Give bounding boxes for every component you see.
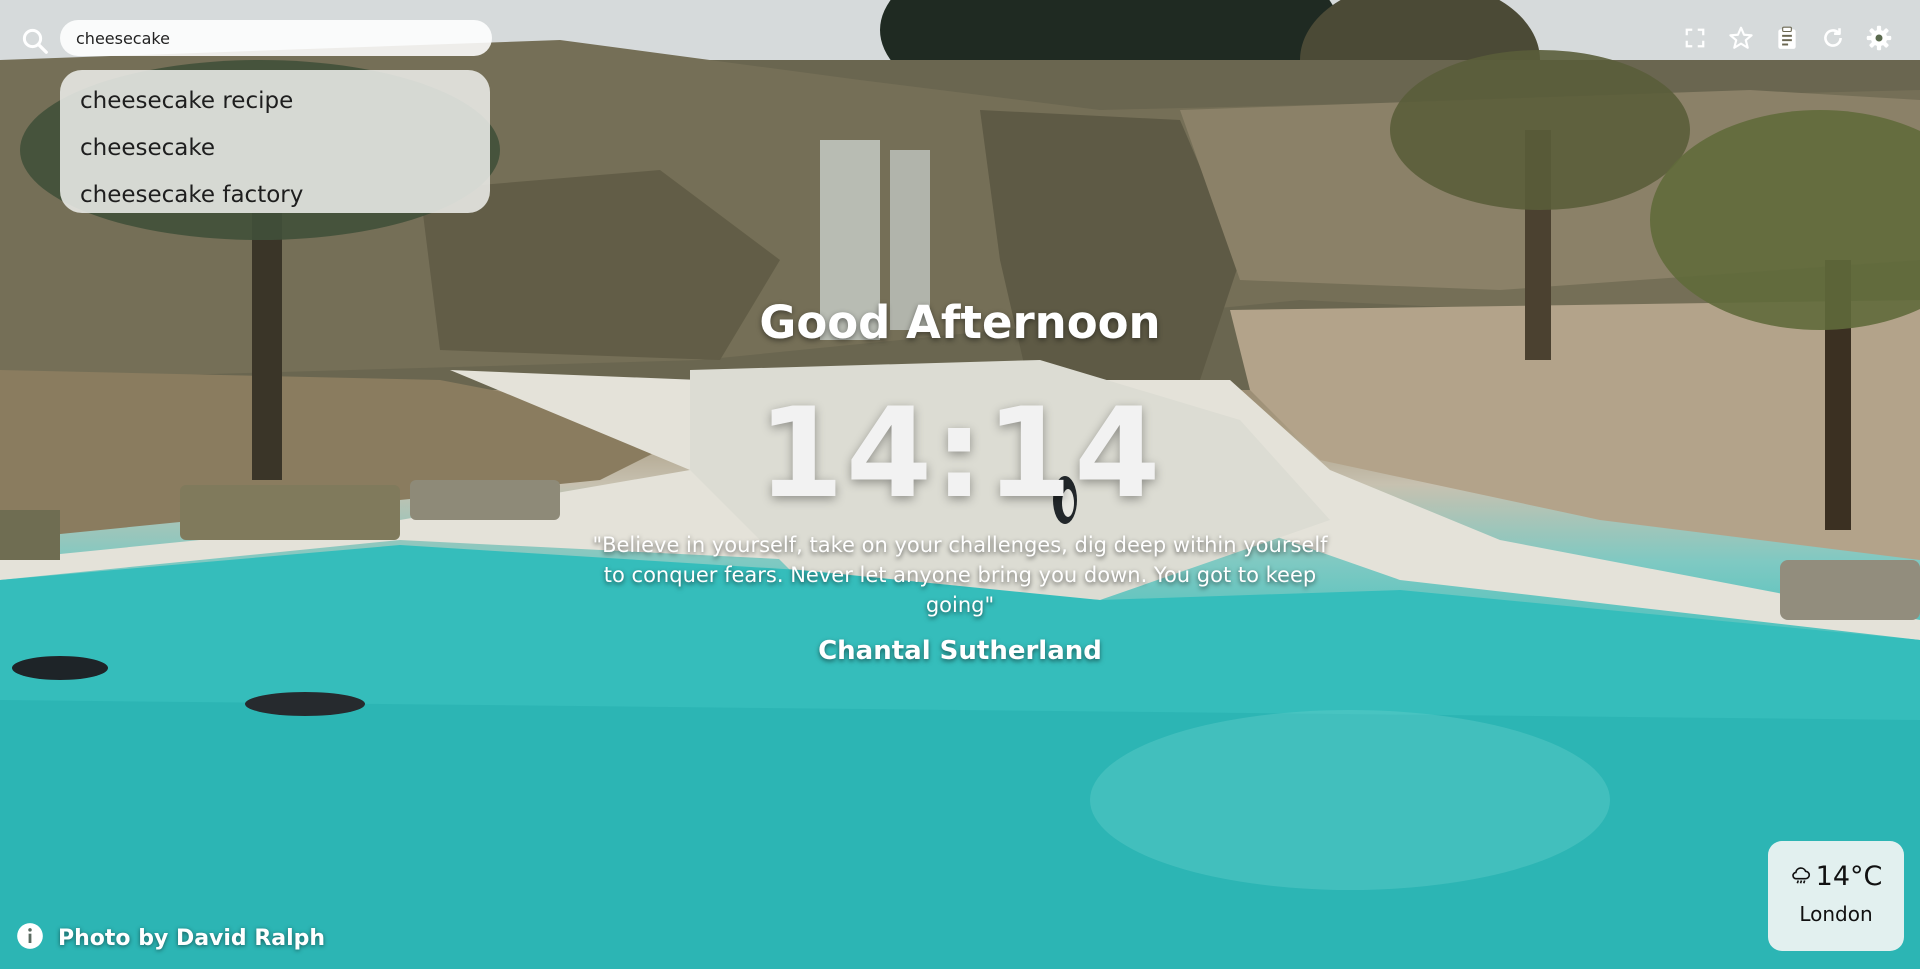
weather-widget[interactable]: 14°C London (1768, 841, 1904, 951)
fullscreen-icon[interactable] (1680, 23, 1710, 53)
clipboard-icon[interactable] (1772, 23, 1802, 53)
search-suggestions: cheesecake recipe cheesecake cheesecake … (60, 70, 490, 213)
new-tab-page: cheesecake recipe cheesecake cheesecake … (0, 0, 1920, 969)
info-icon[interactable] (16, 922, 44, 954)
weather-city: London (1799, 902, 1873, 926)
greeting: Good Afternoon (759, 296, 1161, 349)
gear-icon[interactable] (1864, 23, 1894, 53)
weather-row: 14°C (1768, 861, 1904, 892)
weather-temperature: 14°C (1815, 861, 1883, 892)
suggestion-item[interactable]: cheesecake recipe (60, 78, 490, 125)
photo-credit: Photo by David Ralph (16, 922, 325, 954)
refresh-icon[interactable] (1818, 23, 1848, 53)
top-toolbar (1680, 23, 1894, 53)
rain-cloud-icon (1790, 864, 1812, 890)
clock: 14:14 (757, 382, 1163, 526)
star-icon[interactable] (1726, 23, 1756, 53)
suggestion-item[interactable]: cheesecake factory (60, 172, 490, 219)
search-icon[interactable] (20, 26, 50, 56)
photo-credit-text[interactable]: Photo by David Ralph (58, 926, 325, 951)
quote-author: Chantal Sutherland (818, 636, 1102, 666)
search-input[interactable] (60, 20, 492, 56)
suggestion-item[interactable]: cheesecake (60, 125, 490, 172)
quote-text: "Believe in yourself, take on your chall… (592, 533, 1328, 617)
